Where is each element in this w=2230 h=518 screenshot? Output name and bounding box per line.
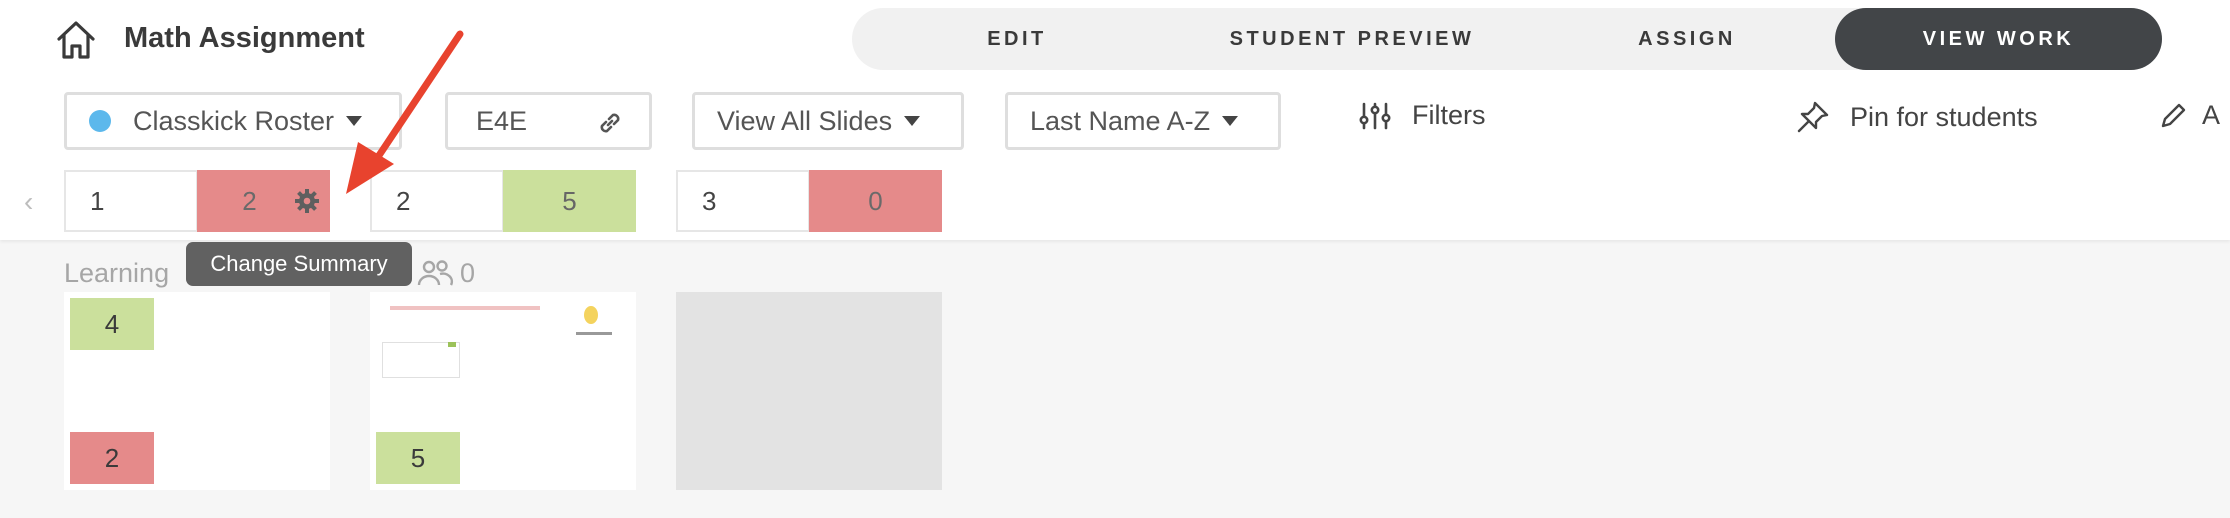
slide-graph (382, 342, 460, 378)
summary-score: 2 (242, 185, 257, 216)
pencil-icon (2161, 103, 2186, 127)
summary-score-cell[interactable]: 0 (809, 170, 942, 232)
class-code: E4E (476, 105, 528, 136)
cutoff-tool-label: A (2202, 100, 2221, 130)
sort-label: Last Name A-Z (1030, 105, 1211, 136)
slide-thumbnail[interactable]: 4 2 (64, 292, 330, 490)
student-count: 0 (460, 258, 476, 288)
roster-color-dot (89, 110, 111, 132)
slides-filter-label: View All Slides (717, 105, 893, 136)
score-badge: 5 (376, 432, 460, 484)
pin-label: Pin for students (1850, 101, 2038, 132)
tab-student-preview[interactable]: STUDENT PREVIEW (1192, 8, 1512, 70)
summary-score-cell[interactable]: 5 (503, 170, 636, 232)
summary-slide-index[interactable]: 3 (676, 170, 810, 232)
gear-icon[interactable] (294, 188, 320, 214)
slide-mark (448, 342, 456, 347)
tab-assign[interactable]: ASSIGN (1602, 8, 1772, 70)
roster-label: Classkick Roster (133, 105, 335, 136)
pin-icon (1797, 101, 1829, 133)
link-icon[interactable] (596, 109, 624, 137)
score-badge: 2 (70, 432, 154, 484)
pin-for-students-button[interactable]: Pin for students (1796, 100, 2038, 134)
slides-filter-dropdown[interactable]: View All Slides (692, 92, 964, 150)
summary-score: 5 (562, 185, 577, 216)
tooltip: Change Summary (186, 242, 412, 286)
sliders-icon (1359, 102, 1391, 129)
chevron-left-icon[interactable]: ‹ (24, 186, 33, 218)
summary-score: 0 (868, 185, 883, 216)
filters-label: Filters (1412, 100, 1486, 130)
lightbulb-icon (584, 306, 598, 324)
slide-thumbnail[interactable]: 5 (370, 292, 636, 490)
slide-thumbnail-placeholder[interactable] (676, 292, 942, 490)
caret-down-icon (1222, 116, 1239, 126)
assignment-title: Math Assignment (124, 22, 365, 54)
view-tabs: EDIT STUDENT PREVIEW ASSIGN VIEW WORK (852, 8, 2162, 70)
students-icon (417, 260, 454, 286)
cutoff-tool-button[interactable]: A (2158, 100, 2220, 131)
summary-score-cell[interactable]: 2 (197, 170, 330, 232)
filters-button[interactable]: Filters (1358, 100, 1486, 131)
home-icon[interactable] (54, 18, 98, 62)
slide-text-line (576, 332, 612, 335)
sort-dropdown[interactable]: Last Name A-Z (1005, 92, 1281, 150)
annotation-arrow-icon (346, 30, 464, 194)
score-badge: 4 (70, 298, 154, 350)
summary-slide-index[interactable]: 1 (64, 170, 198, 232)
section-label: Learning (64, 258, 170, 288)
tab-view-work[interactable]: VIEW WORK (1835, 8, 2162, 70)
slide-text-line (390, 306, 540, 310)
tab-edit[interactable]: EDIT (942, 8, 1092, 70)
caret-down-icon (904, 116, 921, 126)
